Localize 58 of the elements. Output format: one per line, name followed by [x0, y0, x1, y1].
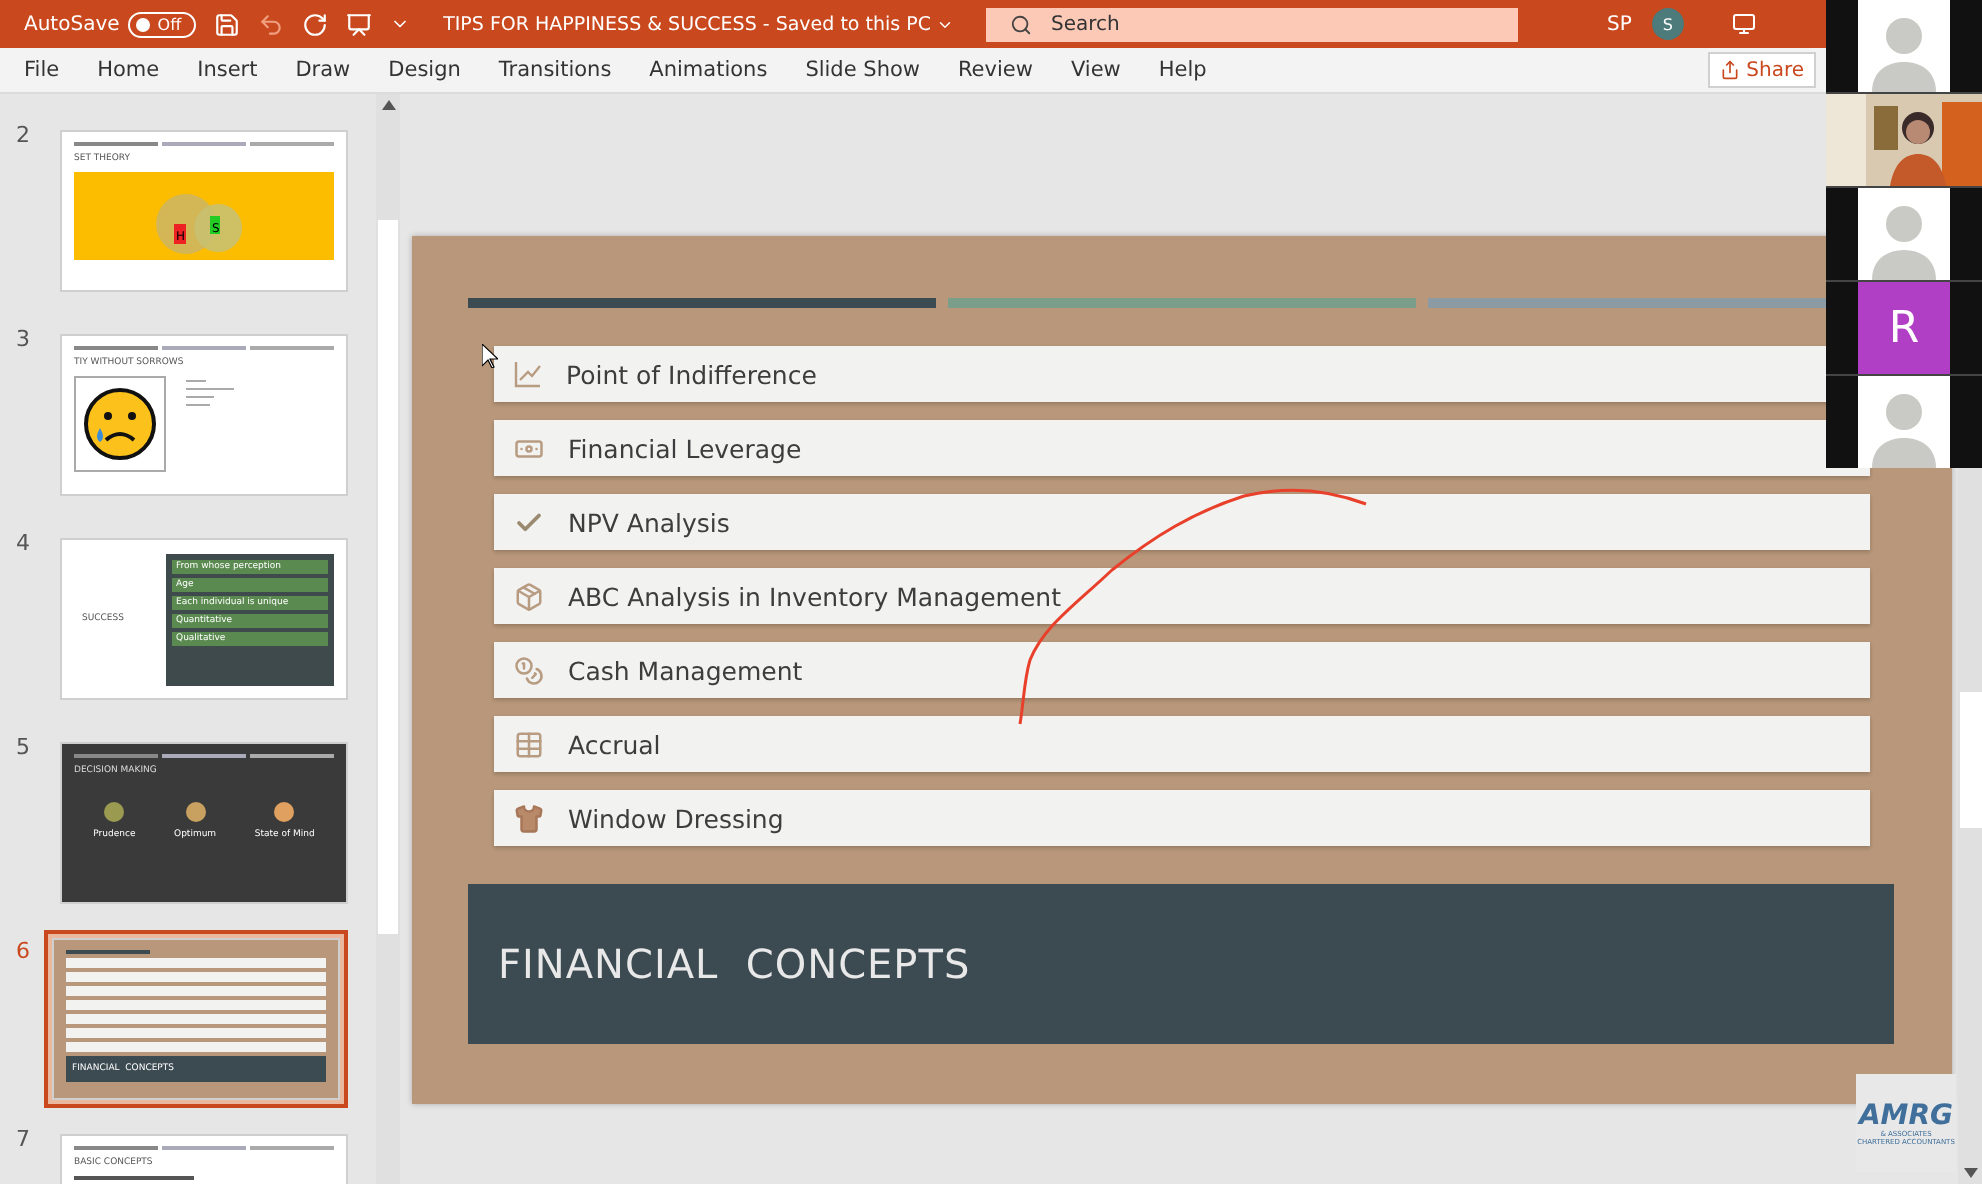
menu-tab[interactable]: View: [1070, 58, 1121, 82]
avatar-icon: [1868, 388, 1940, 468]
logo-name: AMRG: [1858, 1101, 1954, 1129]
autosave-label: AutoSave: [24, 13, 120, 35]
box-icon: [514, 581, 544, 611]
autosave-toggle[interactable]: Off: [127, 11, 196, 37]
save-icon[interactable]: [213, 11, 240, 37]
concept-label: ABC Analysis in Inventory Management: [568, 581, 1061, 611]
video-tile[interactable]: R: [1826, 282, 1982, 374]
slide-number: 7: [16, 1126, 32, 1156]
present-icon[interactable]: [345, 11, 372, 37]
avatar-icon: [1868, 200, 1940, 280]
coins-icon: [514, 655, 544, 685]
crying-face-icon: [74, 376, 166, 472]
user-initials: SP: [1606, 13, 1632, 35]
menu-tab[interactable]: Animations: [649, 58, 768, 82]
slide-number: 6: [16, 938, 32, 968]
shirt-icon: [514, 803, 544, 833]
cursor-icon: [482, 344, 498, 368]
share-button[interactable]: Share: [1708, 52, 1816, 88]
avatar-icon: [1868, 12, 1940, 92]
slide-number: 3: [16, 326, 32, 356]
video-tile[interactable]: [1826, 188, 1982, 280]
grid-icon: [514, 729, 544, 759]
concept-label: Accrual: [568, 729, 661, 759]
slide-number: 2: [16, 122, 32, 152]
video-tile[interactable]: [1826, 376, 1982, 468]
slide-number: 4: [16, 530, 32, 560]
search-field[interactable]: Search: [986, 7, 1519, 41]
menu-tab[interactable]: Transitions: [498, 58, 612, 82]
slide-number: 5: [16, 734, 32, 764]
redo-icon[interactable]: [301, 11, 328, 37]
concept-label: Financial Leverage: [568, 433, 802, 463]
slide-title: FINANCIAL CONCEPTS: [498, 940, 971, 988]
scroll-up-icon[interactable]: [381, 100, 395, 110]
menu-tab[interactable]: Help: [1158, 58, 1207, 82]
concept-label: Cash Management: [568, 655, 803, 685]
scrollbar-thumb[interactable]: [1959, 692, 1981, 828]
search-icon: [1010, 13, 1033, 35]
document-title[interactable]: TIPS FOR HAPPINESS & SUCCESS - Saved to this PC: [443, 13, 955, 35]
menu-tab[interactable]: Insert: [197, 58, 258, 82]
concept-label: Point of Indifference: [566, 359, 817, 389]
video-tile[interactable]: [1826, 0, 1982, 92]
share-icon: [1720, 60, 1741, 80]
menu-tab[interactable]: Home: [97, 58, 160, 82]
menu-tab[interactable]: Design: [388, 58, 461, 82]
menu-tab[interactable]: Slide Show: [805, 58, 920, 82]
ribbon-display-icon[interactable]: [1731, 12, 1756, 36]
menu-tab[interactable]: File: [24, 58, 60, 82]
concept-label: Window Dressing: [568, 803, 784, 833]
participant-initial: R: [1888, 303, 1920, 353]
user-avatar[interactable]: S: [1651, 8, 1684, 40]
chart-icon: [514, 360, 542, 388]
menu-tab[interactable]: Review: [957, 58, 1033, 82]
scroll-down-icon[interactable]: [1963, 1168, 1977, 1178]
menu-tab[interactable]: Draw: [295, 58, 351, 82]
concept-label: NPV Analysis: [568, 507, 730, 537]
scrollbar-thumb[interactable]: [378, 220, 398, 934]
